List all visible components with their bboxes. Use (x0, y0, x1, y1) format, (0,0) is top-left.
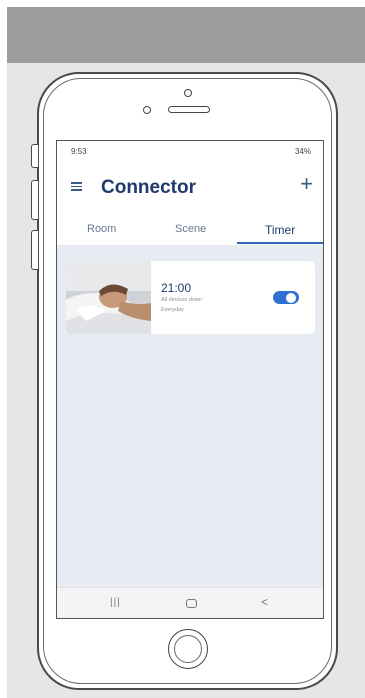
tab-scene[interactable]: Scene (175, 223, 206, 235)
volume-down-button (31, 230, 38, 270)
volume-up-button (31, 180, 38, 220)
sleeping-person-photo (66, 261, 151, 334)
camera-icon (184, 89, 192, 97)
status-time: 9:53 (71, 147, 87, 156)
timer-toggle[interactable] (273, 291, 299, 304)
back-icon[interactable]: < (261, 595, 268, 609)
battery-percentage: 34% (294, 147, 311, 156)
tab-timer[interactable]: Timer (265, 223, 295, 237)
nav-home-icon[interactable] (186, 599, 197, 608)
active-tab-indicator (237, 242, 323, 244)
timer-card[interactable]: 21:00 All devices down Everyday (66, 261, 315, 334)
status-bar: 9:53 34% (57, 141, 323, 161)
hamburger-menu-icon[interactable] (71, 182, 82, 191)
timer-time: 21:00 (161, 281, 192, 295)
timer-repeat: Everyday (161, 307, 184, 313)
speaker-grille (168, 106, 210, 113)
home-button-ring (174, 635, 202, 663)
tab-bar: Room Scene Timer (57, 213, 323, 245)
sensor-icon (143, 106, 151, 114)
phone-screen: 9:53 34% Connector + Room Scene Timer 21… (56, 140, 324, 619)
android-nav-bar: ||| < (57, 587, 323, 618)
mute-switch (31, 144, 38, 168)
app-header: Connector + (57, 161, 323, 213)
timer-description: All devices down (161, 297, 202, 303)
app-title: Connector (101, 177, 196, 198)
recent-apps-icon[interactable]: ||| (110, 597, 121, 608)
toggle-knob (286, 292, 296, 303)
plus-icon[interactable]: + (300, 173, 313, 195)
tab-room[interactable]: Room (87, 223, 116, 235)
top-gray-band (7, 7, 365, 63)
